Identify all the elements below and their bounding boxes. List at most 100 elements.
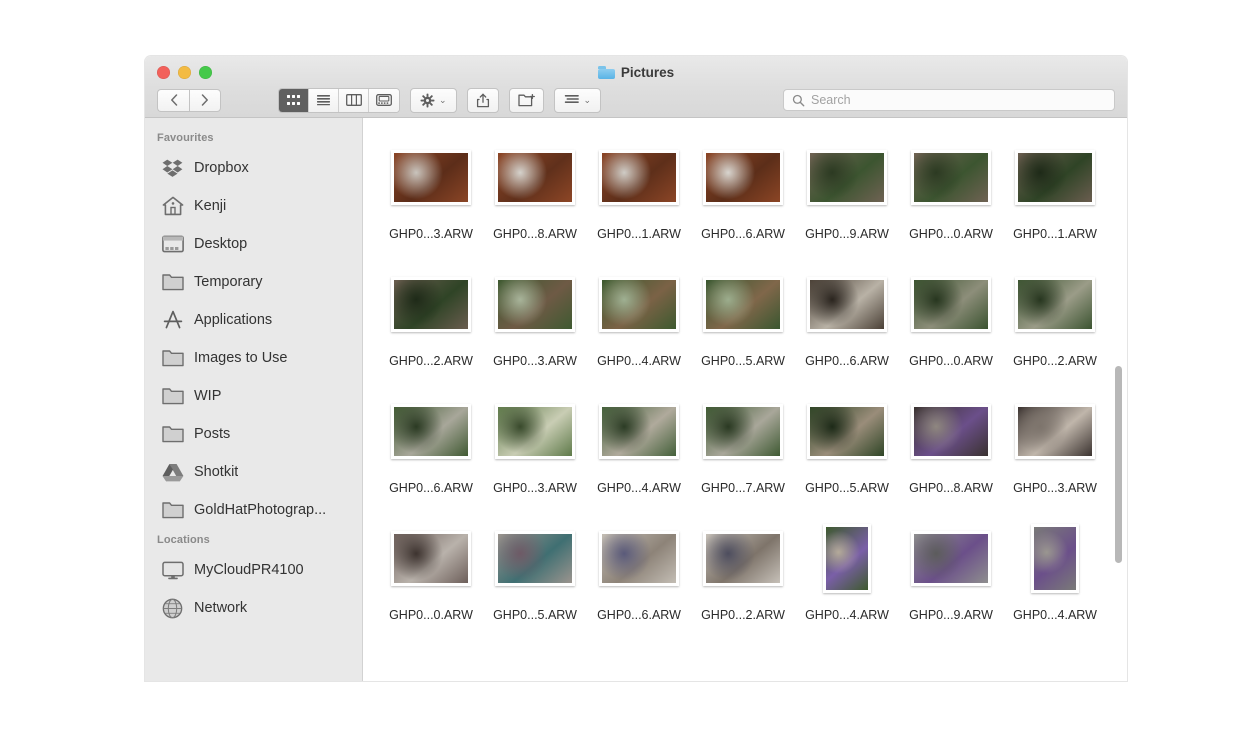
back-button[interactable] (157, 88, 189, 112)
thumbnail-image (706, 279, 780, 329)
column-view-button[interactable] (339, 88, 369, 112)
file-thumbnail[interactable] (391, 276, 471, 332)
sidebar-item-network[interactable]: Network (145, 589, 362, 627)
file-item[interactable]: GHP0...6.ARW (587, 517, 691, 622)
file-thumbnail[interactable] (823, 523, 871, 593)
file-item[interactable]: GHP0...8.ARW (483, 136, 587, 241)
thumbnail-image (914, 279, 988, 329)
vertical-scrollbar[interactable] (1114, 118, 1123, 681)
thumbnail-wrapper (911, 390, 991, 472)
file-thumbnail[interactable] (807, 276, 887, 332)
file-thumbnail[interactable] (703, 276, 783, 332)
file-item[interactable]: GHP0...2.ARW (379, 263, 483, 368)
sidebar-item-images-to-use[interactable]: Images to Use (145, 339, 362, 377)
thumbnail-wrapper (807, 263, 887, 345)
file-thumbnail[interactable] (495, 530, 575, 586)
file-item[interactable]: GHP0...1.ARW (587, 136, 691, 241)
file-thumbnail[interactable] (1031, 523, 1079, 593)
sidebar-item-temporary[interactable]: Temporary (145, 263, 362, 301)
file-thumbnail[interactable] (703, 149, 783, 205)
file-item[interactable]: GHP0...4.ARW (587, 390, 691, 495)
thumbnail-wrapper (495, 517, 575, 599)
file-thumbnail[interactable] (703, 403, 783, 459)
forward-button[interactable] (189, 88, 221, 112)
finder-window: Pictures ⌄ ⌄ Search Favourites Dropbox K… (145, 56, 1127, 681)
thumbnail-wrapper (911, 263, 991, 345)
file-item[interactable]: GHP0...6.ARW (795, 263, 899, 368)
file-thumbnail[interactable] (807, 149, 887, 205)
list-view-button[interactable] (309, 88, 339, 112)
file-thumbnail[interactable] (807, 403, 887, 459)
file-item[interactable]: GHP0...3.ARW (483, 390, 587, 495)
sidebar-item-goldhatphotograp[interactable]: GoldHatPhotograp... (145, 491, 362, 529)
chevron-down-icon: ⌄ (583, 94, 592, 105)
file-thumbnail[interactable] (1015, 149, 1095, 205)
file-item[interactable]: GHP0...4.ARW (795, 517, 899, 622)
file-thumbnail[interactable] (391, 149, 471, 205)
file-thumbnail[interactable] (911, 149, 991, 205)
file-item[interactable]: GHP0...0.ARW (899, 136, 1003, 241)
action-menu-button[interactable]: ⌄ (410, 87, 457, 113)
sidebar-item-shotkit[interactable]: Shotkit (145, 453, 362, 491)
file-item[interactable]: GHP0...3.ARW (483, 263, 587, 368)
scrollbar-thumb[interactable] (1115, 365, 1122, 563)
thumbnail-image (1018, 279, 1092, 329)
file-thumbnail[interactable] (599, 530, 679, 586)
file-item[interactable]: GHP0...6.ARW (379, 390, 483, 495)
file-item[interactable]: GHP0...0.ARW (379, 517, 483, 622)
file-item[interactable]: GHP0...1.ARW (1003, 136, 1107, 241)
file-thumbnail[interactable] (911, 530, 991, 586)
file-thumbnail[interactable] (495, 276, 575, 332)
search-field[interactable]: Search (783, 89, 1115, 111)
file-name: GHP0...7.ARW (701, 481, 785, 495)
file-thumbnail[interactable] (599, 276, 679, 332)
file-grid-area[interactable]: GHP0...3.ARW GHP0...8.ARW GHP0...1.ARW GHP0… (363, 118, 1127, 681)
file-item[interactable]: GHP0...4.ARW (587, 263, 691, 368)
sidebar-item-mycloudpr4100[interactable]: MyCloudPR4100 (145, 551, 362, 589)
file-item[interactable]: GHP0...4.ARW (1003, 517, 1107, 622)
file-item[interactable]: GHP0...5.ARW (691, 263, 795, 368)
file-item[interactable]: GHP0...2.ARW (1003, 263, 1107, 368)
file-item[interactable]: GHP0...7.ARW (691, 390, 795, 495)
file-item[interactable]: GHP0...5.ARW (795, 390, 899, 495)
file-thumbnail[interactable] (495, 403, 575, 459)
gallery-view-button[interactable] (369, 88, 399, 112)
dropbox-icon (161, 158, 184, 179)
view-mode-segmented-control (278, 87, 400, 113)
file-item[interactable]: GHP0...3.ARW (1003, 390, 1107, 495)
file-item[interactable]: GHP0...9.ARW (899, 517, 1003, 622)
arrange-menu-button[interactable]: ⌄ (553, 87, 602, 113)
file-item[interactable]: GHP0...2.ARW (691, 517, 795, 622)
file-item[interactable]: GHP0...3.ARW (379, 136, 483, 241)
file-item[interactable]: GHP0...6.ARW (691, 136, 795, 241)
file-thumbnail[interactable] (911, 276, 991, 332)
file-item[interactable]: GHP0...8.ARW (899, 390, 1003, 495)
new-folder-button[interactable] (508, 87, 544, 113)
file-thumbnail[interactable] (495, 149, 575, 205)
share-button[interactable] (466, 87, 499, 113)
file-item[interactable]: GHP0...9.ARW (795, 136, 899, 241)
file-thumbnail[interactable] (391, 403, 471, 459)
file-thumbnail[interactable] (703, 530, 783, 586)
sidebar-item-kenji[interactable]: Kenji (145, 187, 362, 225)
file-thumbnail[interactable] (1015, 276, 1095, 332)
icon-view-button[interactable] (279, 88, 309, 112)
file-thumbnail[interactable] (391, 530, 471, 586)
sidebar-item-applications[interactable]: Applications (145, 301, 362, 339)
sidebar-item-dropbox[interactable]: Dropbox (145, 149, 362, 187)
file-thumbnail[interactable] (1015, 403, 1095, 459)
thumbnail-wrapper (703, 263, 783, 345)
thumbnail-wrapper (599, 517, 679, 599)
sidebar-item-posts[interactable]: Posts (145, 415, 362, 453)
display-icon (161, 560, 184, 581)
thumbnail-wrapper (495, 263, 575, 345)
window-titlebar[interactable]: Pictures ⌄ ⌄ Search (145, 56, 1127, 118)
file-thumbnail[interactable] (599, 403, 679, 459)
file-thumbnail[interactable] (911, 403, 991, 459)
file-thumbnail[interactable] (599, 149, 679, 205)
sidebar-item-wip[interactable]: WIP (145, 377, 362, 415)
file-item[interactable]: GHP0...0.ARW (899, 263, 1003, 368)
file-item[interactable]: GHP0...5.ARW (483, 517, 587, 622)
share-icon (476, 93, 489, 107)
sidebar-item-desktop[interactable]: Desktop (145, 225, 362, 263)
